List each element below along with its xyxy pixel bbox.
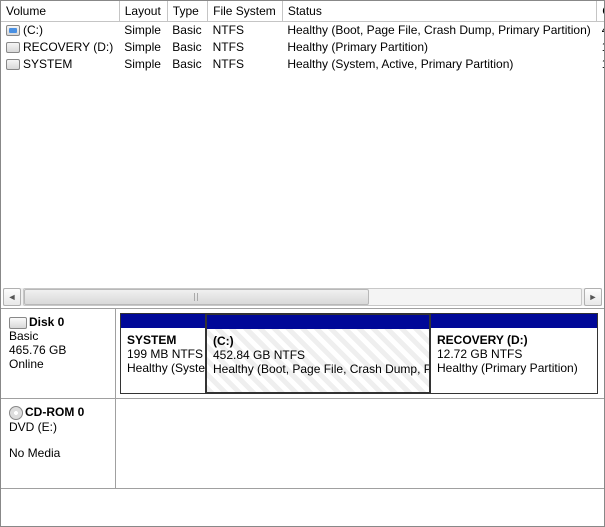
- partition-health: Healthy (Boot, Page File, Crash Dump, P: [213, 362, 423, 376]
- col-status[interactable]: Status: [282, 1, 596, 21]
- disk-row-disk0: Disk 0 Basic 465.76 GB Online SYSTEM199 …: [1, 309, 604, 399]
- partition-block[interactable]: RECOVERY (D:)12.72 GB NTFSHealthy (Prima…: [430, 313, 598, 394]
- partition-color-bar: [121, 314, 205, 328]
- partition-details: 199 MB NTFS: [127, 347, 199, 361]
- col-type[interactable]: Type: [167, 1, 207, 21]
- volume-fs: NTFS: [208, 38, 283, 55]
- scroll-thumb[interactable]: [24, 289, 369, 305]
- table-row[interactable]: (C:) SimpleBasicNTFSHealthy (Boot, Page F…: [1, 21, 604, 38]
- partition-block[interactable]: (C:)452.84 GB NTFSHealthy (Boot, Page Fi…: [205, 313, 431, 394]
- partition-health: Healthy (Primary Partition): [437, 361, 591, 375]
- disk-row-cdrom: CD-ROM 0 DVD (E:) No Media: [1, 399, 604, 489]
- cdrom-state: No Media: [9, 446, 109, 460]
- volume-status: Healthy (Boot, Page File, Crash Dump, Pr…: [282, 21, 596, 38]
- volume-layout: Simple: [119, 21, 167, 38]
- horizontal-scrollbar[interactable]: ◄ ►: [3, 288, 602, 306]
- volume-capacity: 199: [597, 55, 604, 72]
- partition-color-bar: [431, 314, 597, 328]
- volume-status: Healthy (Primary Partition): [282, 38, 596, 55]
- disk0-title: Disk 0: [29, 315, 64, 329]
- volume-icon: [6, 59, 20, 70]
- volume-name: SYSTEM: [23, 57, 72, 71]
- cdrom-info: CD-ROM 0 DVD (E:) No Media: [1, 399, 116, 488]
- partition-details: 452.84 GB NTFS: [213, 348, 423, 362]
- disk-icon: [9, 317, 27, 329]
- partition-details: 12.72 GB NTFS: [437, 347, 591, 361]
- cdrom-icon: [9, 406, 23, 420]
- disk0-partitions: SYSTEM199 MB NTFSHealthy (Syste(C:)452.8…: [116, 309, 604, 398]
- partition-name: RECOVERY (D:): [437, 333, 591, 347]
- col-filesystem[interactable]: File System: [208, 1, 283, 21]
- volume-status: Healthy (System, Active, Primary Partiti…: [282, 55, 596, 72]
- cdrom-title: CD-ROM 0: [25, 405, 84, 419]
- volume-fs: NTFS: [208, 21, 283, 38]
- col-capacity[interactable]: Cap: [597, 1, 604, 21]
- volume-icon: [6, 25, 20, 36]
- disk0-kind: Basic: [9, 329, 109, 343]
- volume-layout: Simple: [119, 55, 167, 72]
- partition-health: Healthy (Syste: [127, 361, 199, 375]
- volume-type: Basic: [167, 55, 207, 72]
- table-row[interactable]: RECOVERY (D:) SimpleBasicNTFSHealthy (Pri…: [1, 38, 604, 55]
- table-row[interactable]: SYSTEM SimpleBasicNTFSHealthy (System, Ac…: [1, 55, 604, 72]
- partition-block[interactable]: SYSTEM199 MB NTFSHealthy (Syste: [120, 313, 206, 394]
- volume-capacity: 452: [597, 21, 604, 38]
- disk-layout-panel: Disk 0 Basic 465.76 GB Online SYSTEM199 …: [1, 309, 604, 525]
- scroll-track[interactable]: [23, 288, 582, 306]
- cdrom-media-area: [116, 399, 604, 488]
- volume-fs: NTFS: [208, 55, 283, 72]
- partition-name: (C:): [213, 334, 423, 348]
- scroll-right-button[interactable]: ►: [584, 288, 602, 306]
- disk0-state: Online: [9, 357, 109, 371]
- volume-list-panel: Volume Layout Type File System Status Ca…: [1, 1, 604, 309]
- disk0-size: 465.76 GB: [9, 343, 109, 357]
- col-volume[interactable]: Volume: [1, 1, 119, 21]
- col-layout[interactable]: Layout: [119, 1, 167, 21]
- scroll-left-button[interactable]: ◄: [3, 288, 21, 306]
- volume-name: (C:): [23, 23, 43, 37]
- volume-type: Basic: [167, 38, 207, 55]
- cdrom-kind: DVD (E:): [9, 420, 109, 434]
- volume-capacity: 12.7: [597, 38, 604, 55]
- volume-header-row: Volume Layout Type File System Status Ca…: [1, 1, 604, 21]
- disk0-info: Disk 0 Basic 465.76 GB Online: [1, 309, 116, 398]
- partition-name: SYSTEM: [127, 333, 199, 347]
- volume-type: Basic: [167, 21, 207, 38]
- partition-color-bar: [207, 315, 429, 329]
- volume-name: RECOVERY (D:): [23, 40, 113, 54]
- volume-layout: Simple: [119, 38, 167, 55]
- volume-table: Volume Layout Type File System Status Ca…: [1, 1, 604, 72]
- volume-icon: [6, 42, 20, 53]
